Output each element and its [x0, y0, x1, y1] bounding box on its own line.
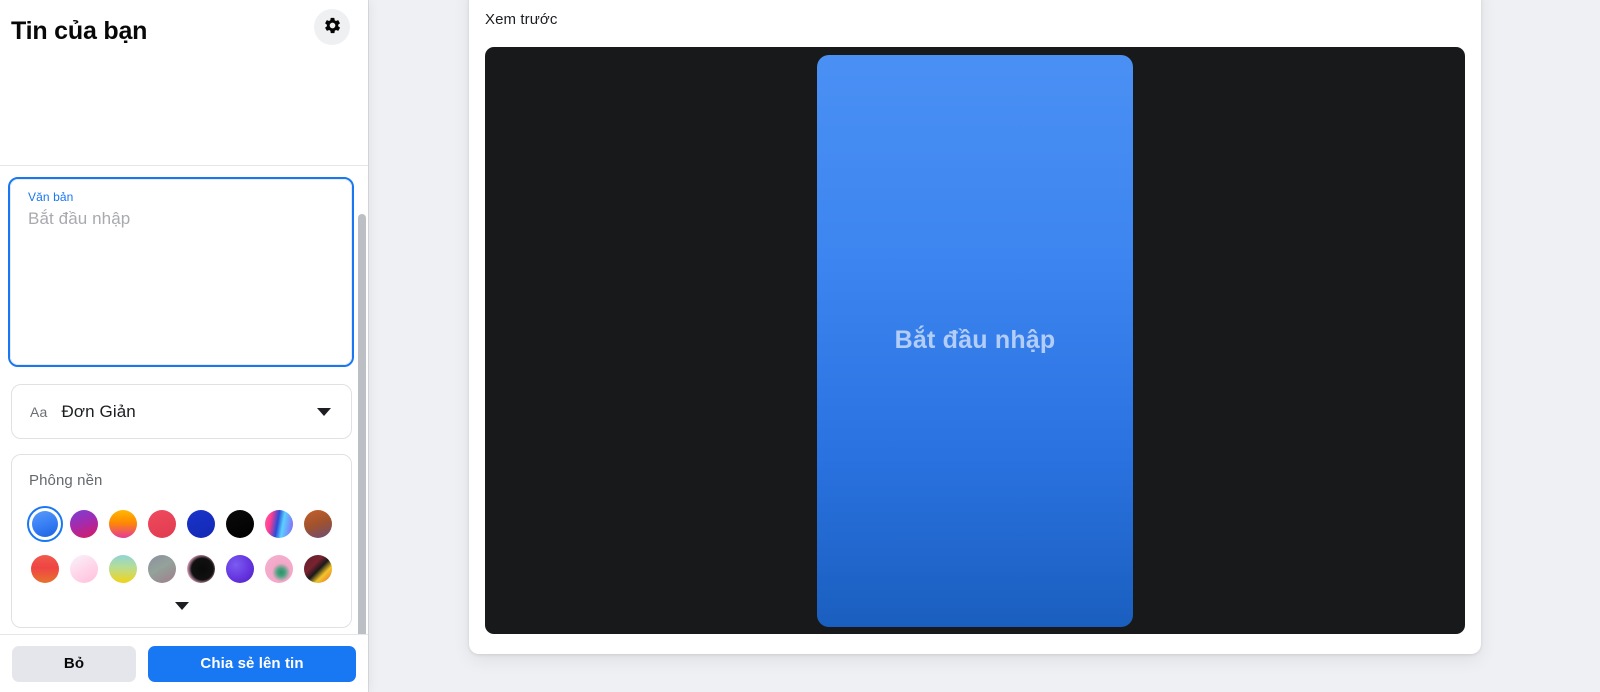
swatch-color: [70, 555, 99, 583]
font-style-select[interactable]: Aa Đơn Giản: [11, 384, 352, 439]
sidebar-scroll-region: Văn bản Bắt đầu nhập Aa Đơn Giản Phông n…: [0, 166, 368, 634]
sidebar-scrollbar[interactable]: [358, 214, 366, 634]
composer-footer: Bỏ Chia sẻ lên tin: [0, 634, 368, 692]
font-style-value: Đơn Giản: [61, 401, 136, 421]
font-aa-icon: Aa: [30, 403, 48, 420]
background-swatch-pink-blue-swirl[interactable]: [261, 506, 297, 542]
swatch-color: [32, 511, 59, 537]
text-field-label: Văn bản: [28, 190, 74, 204]
background-swatch-brown-rust-gradient[interactable]: [300, 506, 336, 542]
preview-stage: Bắt đầu nhập: [485, 47, 1465, 634]
background-swatch-grid: [12, 506, 351, 587]
swatch-color: [31, 555, 60, 583]
background-swatch-black-solid[interactable]: [222, 506, 258, 542]
swatch-color: [70, 510, 99, 538]
swatch-color: [148, 510, 177, 538]
swatch-color: [225, 555, 254, 583]
swatch-color: [303, 555, 332, 583]
swatch-color: [109, 510, 138, 538]
background-swatch-teal-yellow-gradient[interactable]: [105, 551, 141, 587]
swatch-color: [148, 555, 177, 583]
background-swatch-purple-pattern[interactable]: [222, 551, 258, 587]
swatch-color: [264, 510, 293, 538]
story-text-field[interactable]: Văn bản Bắt đầu nhập: [8, 177, 354, 367]
expand-backgrounds-button[interactable]: [12, 595, 351, 617]
background-swatch-black-pink-edge[interactable]: [183, 551, 219, 587]
page-title: Tin của bạn: [11, 17, 148, 45]
discard-button[interactable]: Bỏ: [12, 645, 136, 682]
settings-button[interactable]: [314, 9, 350, 45]
background-swatch-deep-blue-solid[interactable]: [183, 506, 219, 542]
chevron-down-icon: [317, 407, 331, 416]
swatch-color: [186, 510, 215, 538]
background-swatch-orange-yellow-gradient[interactable]: [105, 506, 141, 542]
preview-panel: Xem trước Bắt đầu nhập: [469, 0, 1481, 654]
background-swatch-dark-red-yellow-geometric[interactable]: [300, 551, 336, 587]
preview-area: Xem trước Bắt đầu nhập: [368, 0, 1600, 692]
gear-icon: [323, 16, 342, 38]
swatch-color: [109, 555, 138, 583]
background-swatch-pastel-pink-white[interactable]: [66, 551, 102, 587]
sidebar-scrollbar-thumb[interactable]: [358, 214, 366, 634]
swatch-color: [303, 510, 332, 538]
preview-label: Xem trước: [485, 11, 558, 28]
background-swatch-pink-green-leaves[interactable]: [261, 551, 297, 587]
background-swatch-crimson-solid[interactable]: [144, 506, 180, 542]
story-preview-text: Bắt đầu nhập: [894, 326, 1056, 355]
swatch-color: [264, 555, 293, 583]
story-preview-card[interactable]: Bắt đầu nhập: [817, 54, 1133, 627]
swatch-color: [225, 510, 254, 538]
background-picker-card: Phông nền: [11, 454, 352, 628]
background-section-title: Phông nền: [29, 472, 103, 489]
background-swatch-purple-magenta-gradient[interactable]: [66, 506, 102, 542]
background-swatch-red-orange-gradient[interactable]: [27, 551, 63, 587]
background-swatch-muted-gray-mauve[interactable]: [144, 551, 180, 587]
share-to-story-button[interactable]: Chia sẻ lên tin: [148, 645, 356, 682]
background-swatch-blue-gradient[interactable]: [27, 506, 64, 542]
chevron-down-icon: [174, 602, 189, 610]
sidebar-header: Tin của bạn: [0, 0, 368, 166]
composer-sidebar: Tin của bạn Văn bản Bắt đầu nhập Aa Đơn …: [0, 0, 368, 692]
swatch-color: [186, 555, 215, 583]
story-composer-app: Tin của bạn Văn bản Bắt đầu nhập Aa Đơn …: [0, 0, 1600, 692]
